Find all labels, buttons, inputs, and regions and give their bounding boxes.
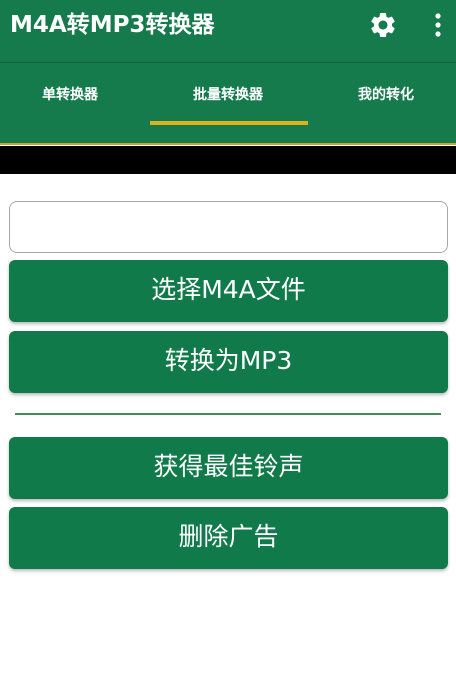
get-best-ringtones-button[interactable]: 获得最佳铃声 — [9, 437, 448, 499]
more-vert-icon[interactable] — [426, 11, 450, 39]
tab-batch-converter[interactable]: 批量转换器 — [140, 63, 316, 146]
tab-single-converter[interactable]: 单转换器 — [0, 63, 140, 146]
ad-banner-area — [0, 146, 456, 174]
tab-bar-underline — [0, 143, 456, 145]
app-title: M4A转MP3转换器 — [10, 12, 215, 38]
section-divider — [15, 413, 441, 415]
gear-icon[interactable] — [368, 10, 398, 40]
select-m4a-file-button[interactable]: 选择M4A文件 — [9, 260, 448, 322]
tab-my-conversions[interactable]: 我的转化 — [316, 63, 456, 146]
tab-selected-indicator — [150, 121, 308, 125]
tab-bar: 单转换器 批量转换器 我的转化 — [0, 62, 456, 145]
app-bar: M4A转MP3转换器 — [0, 0, 456, 62]
file-path-input[interactable] — [9, 201, 448, 253]
convert-to-mp3-button[interactable]: 转换为MP3 — [9, 331, 448, 393]
remove-ads-button[interactable]: 删除广告 — [9, 507, 448, 569]
